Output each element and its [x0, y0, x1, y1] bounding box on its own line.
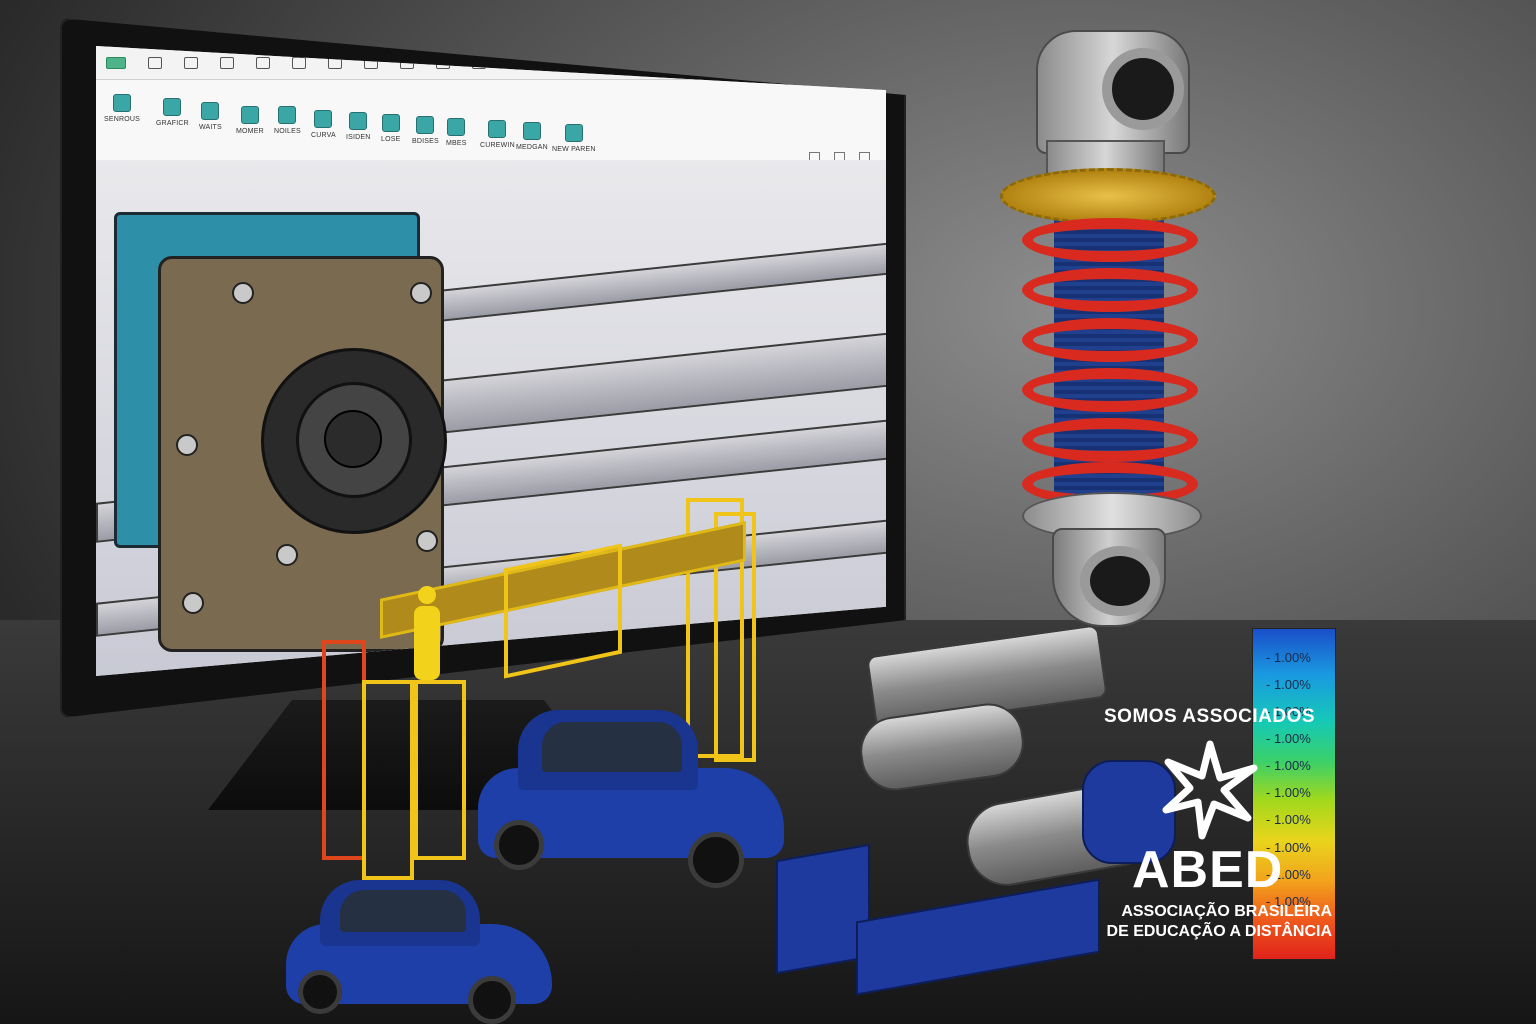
- bolt: [410, 282, 432, 304]
- sketch-icon: [163, 98, 182, 116]
- bolt: [232, 282, 254, 304]
- ribbon-button[interactable]: NOILES: [274, 106, 301, 135]
- ribbon-button-label: WAITS: [199, 124, 222, 131]
- simulation-icon: [488, 120, 507, 138]
- open-icon[interactable]: [220, 56, 234, 69]
- abed-tagline: SOMOS ASSOCIADOS: [1104, 706, 1316, 727]
- scale-label: - 1.00%: [1266, 677, 1311, 692]
- spring-coil: [1022, 318, 1198, 362]
- part-icon: [113, 94, 132, 112]
- weld-icon: [416, 116, 435, 134]
- shock-mount-hole: [1080, 546, 1160, 616]
- ribbon-button[interactable]: NEW PAREN: [552, 124, 596, 153]
- ribbon-button-label: MBES: [446, 140, 467, 147]
- cad-ribbon: SENROUS GRAFICR WAITS MOMER NOILES CURVA…: [96, 80, 886, 163]
- scale-label: - 1.00%: [1266, 731, 1311, 746]
- blue-car: [478, 708, 784, 888]
- curve-icon: [314, 110, 333, 128]
- ribbon-button-label: CUREWIN: [480, 142, 515, 149]
- ribbon-button-label: SENROUS: [104, 116, 141, 123]
- ribbon-button[interactable]: MBES: [446, 118, 467, 147]
- spring-coil: [1022, 268, 1198, 312]
- surface-icon: [349, 112, 368, 130]
- spring-coil: [1022, 218, 1198, 262]
- feature-icon: [201, 102, 220, 120]
- abed-subtitle-line: ASSOCIAÇÃO BRASILEIRA: [1121, 903, 1332, 920]
- settings-icon[interactable]: [616, 56, 630, 69]
- ribbon-button[interactable]: ISIDEN: [346, 112, 371, 141]
- ribbon-button-label: LOSE: [381, 136, 401, 143]
- scale-label: - 1.00%: [1266, 758, 1311, 773]
- zoom-icon[interactable]: [148, 56, 162, 69]
- ribbon-button[interactable]: WAITS: [199, 102, 222, 131]
- ribbon-button[interactable]: CURVA: [311, 110, 336, 139]
- model-icon: [240, 106, 259, 124]
- ribbon-button-label: NOILES: [274, 128, 301, 135]
- measure-icon: [522, 122, 541, 140]
- render-icon: [564, 124, 583, 142]
- ribbon-button-label: MOMER: [236, 128, 264, 135]
- sheet-icon: [381, 114, 400, 132]
- scaffold-tower-yellow: [414, 680, 466, 860]
- abed-name: ABED: [1132, 841, 1284, 899]
- ribbon-button-label: GRAFICR: [156, 120, 189, 127]
- shock-mount-hole: [1102, 48, 1184, 130]
- print-icon[interactable]: [292, 56, 306, 69]
- ribbon-button-label: BDISES: [412, 138, 439, 145]
- bolt: [176, 434, 198, 456]
- blue-car: [286, 880, 552, 1024]
- abed-logo-icon: [1162, 740, 1258, 840]
- ribbon-button-label: ISIDEN: [346, 134, 371, 141]
- ribbon-button[interactable]: MOMER: [236, 106, 264, 135]
- ribbon-button-label: CURVA: [311, 132, 336, 139]
- bolt: [416, 530, 438, 552]
- save-icon[interactable]: [256, 56, 270, 69]
- spring-seat-gear: [1000, 168, 1216, 224]
- ribbon-button-label: NEW PAREN: [552, 146, 596, 153]
- ribbon-button[interactable]: SENROUS: [104, 94, 140, 123]
- help-icon[interactable]: [652, 56, 666, 69]
- fan-hub: [324, 410, 382, 468]
- scale-label: - 1.00%: [1266, 650, 1311, 665]
- bolt: [276, 544, 298, 566]
- bolt: [182, 592, 204, 614]
- abed-subtitle: ASSOCIAÇÃO BRASILEIRA DE EDUCAÇÃO A DIST…: [1094, 902, 1332, 942]
- scaffold-tower-red: [322, 640, 366, 860]
- spring-coil: [1022, 368, 1198, 412]
- ribbon-button[interactable]: GRAFICR: [156, 98, 189, 127]
- ribbon-button[interactable]: MEDGAN: [516, 122, 548, 151]
- new-icon[interactable]: [184, 56, 198, 69]
- ribbon-button[interactable]: BDISES: [412, 116, 439, 145]
- assembly-icon: [278, 106, 297, 124]
- scale-label: - 1.00%: [1266, 785, 1311, 800]
- ribbon-button[interactable]: LOSE: [381, 114, 400, 143]
- scaffold-tower-yellow: [362, 680, 414, 880]
- ribbon-button[interactable]: CUREWIN: [480, 120, 515, 149]
- scale-label: - 1.00%: [1266, 812, 1311, 827]
- mold-icon: [447, 118, 466, 136]
- spring-coil: [1022, 418, 1198, 462]
- logo-icon[interactable]: [106, 56, 126, 69]
- ribbon-button-label: MEDGAN: [516, 144, 548, 151]
- abed-subtitle-line: DE EDUCAÇÃO A DISTÂNCIA: [1106, 923, 1332, 940]
- worker-figure: [412, 586, 442, 680]
